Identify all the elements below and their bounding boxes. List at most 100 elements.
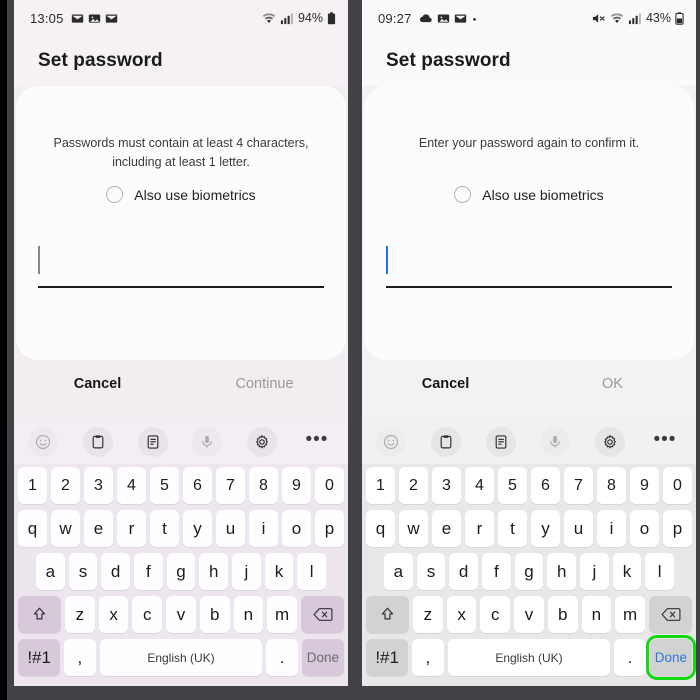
biometrics-radio[interactable] bbox=[454, 186, 472, 203]
key-2[interactable]: 2 bbox=[399, 467, 428, 504]
key-e[interactable]: e bbox=[432, 510, 461, 547]
key-o[interactable]: o bbox=[282, 510, 311, 547]
key-0[interactable]: 0 bbox=[315, 467, 344, 504]
key-h[interactable]: h bbox=[547, 553, 577, 590]
settings-gear-icon[interactable] bbox=[595, 427, 626, 457]
symbols-key[interactable]: !#1 bbox=[366, 639, 409, 676]
key-y[interactable]: y bbox=[531, 510, 560, 547]
symbols-key[interactable]: !#1 bbox=[18, 639, 61, 676]
key-l[interactable]: l bbox=[297, 553, 327, 590]
key-v[interactable]: v bbox=[514, 596, 544, 633]
biometrics-option-right[interactable]: Also use biometrics bbox=[364, 186, 694, 203]
key-f[interactable]: f bbox=[482, 553, 511, 590]
key-l[interactable]: l bbox=[645, 553, 675, 590]
key-g[interactable]: g bbox=[166, 553, 196, 590]
key-7[interactable]: 7 bbox=[216, 467, 245, 504]
key-n[interactable]: n bbox=[233, 596, 264, 633]
key-5[interactable]: 5 bbox=[498, 467, 527, 504]
key-4[interactable]: 4 bbox=[465, 467, 494, 504]
space-key[interactable]: English (UK) bbox=[99, 639, 263, 676]
ok-button[interactable]: OK bbox=[529, 376, 696, 392]
key-d[interactable]: d bbox=[101, 553, 130, 590]
key-m[interactable]: m bbox=[615, 596, 645, 633]
key-m[interactable]: m bbox=[267, 596, 297, 633]
key-3[interactable]: 3 bbox=[84, 467, 113, 504]
settings-gear-icon[interactable] bbox=[247, 427, 278, 457]
key-w[interactable]: w bbox=[399, 510, 428, 547]
key-1[interactable]: 1 bbox=[18, 467, 47, 504]
key-h[interactable]: h bbox=[199, 553, 229, 590]
key-g[interactable]: g bbox=[514, 553, 544, 590]
key-x[interactable]: x bbox=[446, 596, 477, 633]
key-2[interactable]: 2 bbox=[51, 467, 80, 504]
key-r[interactable]: r bbox=[465, 510, 494, 547]
microphone-icon[interactable] bbox=[540, 427, 571, 457]
key-7[interactable]: 7 bbox=[564, 467, 593, 504]
more-options-icon[interactable]: ••• bbox=[650, 427, 680, 457]
key-6[interactable]: 6 bbox=[183, 467, 212, 504]
key-j[interactable]: j bbox=[580, 553, 609, 590]
key-6[interactable]: 6 bbox=[531, 467, 560, 504]
key-1[interactable]: 1 bbox=[366, 467, 395, 504]
key-y[interactable]: y bbox=[183, 510, 212, 547]
key-z[interactable]: z bbox=[65, 596, 95, 633]
cancel-button[interactable]: Cancel bbox=[14, 376, 181, 392]
shift-icon[interactable] bbox=[17, 596, 62, 633]
key-9[interactable]: 9 bbox=[282, 467, 311, 504]
key-f[interactable]: f bbox=[134, 553, 163, 590]
key-i[interactable]: i bbox=[597, 510, 626, 547]
biometrics-option-left[interactable]: Also use biometrics bbox=[16, 186, 346, 203]
key-u[interactable]: u bbox=[216, 510, 245, 547]
key-0[interactable]: 0 bbox=[663, 467, 692, 504]
key-p[interactable]: p bbox=[315, 510, 344, 547]
key-v[interactable]: v bbox=[166, 596, 196, 633]
key-8[interactable]: 8 bbox=[249, 467, 278, 504]
key-a[interactable]: a bbox=[383, 553, 413, 590]
key-k[interactable]: k bbox=[264, 553, 294, 590]
key-5[interactable]: 5 bbox=[150, 467, 179, 504]
key-9[interactable]: 9 bbox=[630, 467, 659, 504]
emoji-icon[interactable] bbox=[376, 427, 406, 457]
key-w[interactable]: w bbox=[51, 510, 80, 547]
key-8[interactable]: 8 bbox=[597, 467, 626, 504]
done-key[interactable]: Done bbox=[645, 635, 696, 680]
key-i[interactable]: i bbox=[249, 510, 278, 547]
key-q[interactable]: q bbox=[366, 510, 395, 547]
key-u[interactable]: u bbox=[564, 510, 593, 547]
key-x[interactable]: x bbox=[98, 596, 129, 633]
key-4[interactable]: 4 bbox=[117, 467, 146, 504]
key-s[interactable]: s bbox=[416, 553, 446, 590]
key-a[interactable]: a bbox=[35, 553, 65, 590]
key-j[interactable]: j bbox=[232, 553, 261, 590]
key-s[interactable]: s bbox=[68, 553, 98, 590]
key-e[interactable]: e bbox=[84, 510, 113, 547]
done-key[interactable]: Done bbox=[301, 639, 344, 676]
text-extract-icon[interactable] bbox=[485, 427, 516, 457]
key-t[interactable]: t bbox=[498, 510, 527, 547]
password-input-left[interactable] bbox=[38, 246, 324, 288]
key-t[interactable]: t bbox=[150, 510, 179, 547]
comma-key[interactable]: , bbox=[64, 639, 96, 676]
emoji-icon[interactable] bbox=[28, 427, 58, 457]
key-b[interactable]: b bbox=[547, 596, 578, 633]
key-p[interactable]: p bbox=[663, 510, 692, 547]
clipboard-icon[interactable] bbox=[430, 427, 461, 457]
comma-key[interactable]: , bbox=[412, 639, 444, 676]
key-c[interactable]: c bbox=[480, 596, 511, 633]
period-key[interactable]: . bbox=[614, 639, 646, 676]
cancel-button[interactable]: Cancel bbox=[362, 376, 529, 392]
password-input-right[interactable] bbox=[386, 246, 672, 288]
text-extract-icon[interactable] bbox=[137, 427, 168, 457]
key-k[interactable]: k bbox=[612, 553, 642, 590]
key-q[interactable]: q bbox=[18, 510, 47, 547]
continue-button[interactable]: Continue bbox=[181, 376, 348, 392]
backspace-icon[interactable] bbox=[300, 596, 345, 633]
key-o[interactable]: o bbox=[630, 510, 659, 547]
backspace-icon[interactable] bbox=[648, 596, 693, 633]
biometrics-radio[interactable] bbox=[106, 186, 124, 203]
key-3[interactable]: 3 bbox=[432, 467, 461, 504]
more-options-icon[interactable]: ••• bbox=[302, 427, 332, 457]
key-n[interactable]: n bbox=[581, 596, 612, 633]
space-key[interactable]: English (UK) bbox=[447, 639, 611, 676]
microphone-icon[interactable] bbox=[192, 427, 223, 457]
